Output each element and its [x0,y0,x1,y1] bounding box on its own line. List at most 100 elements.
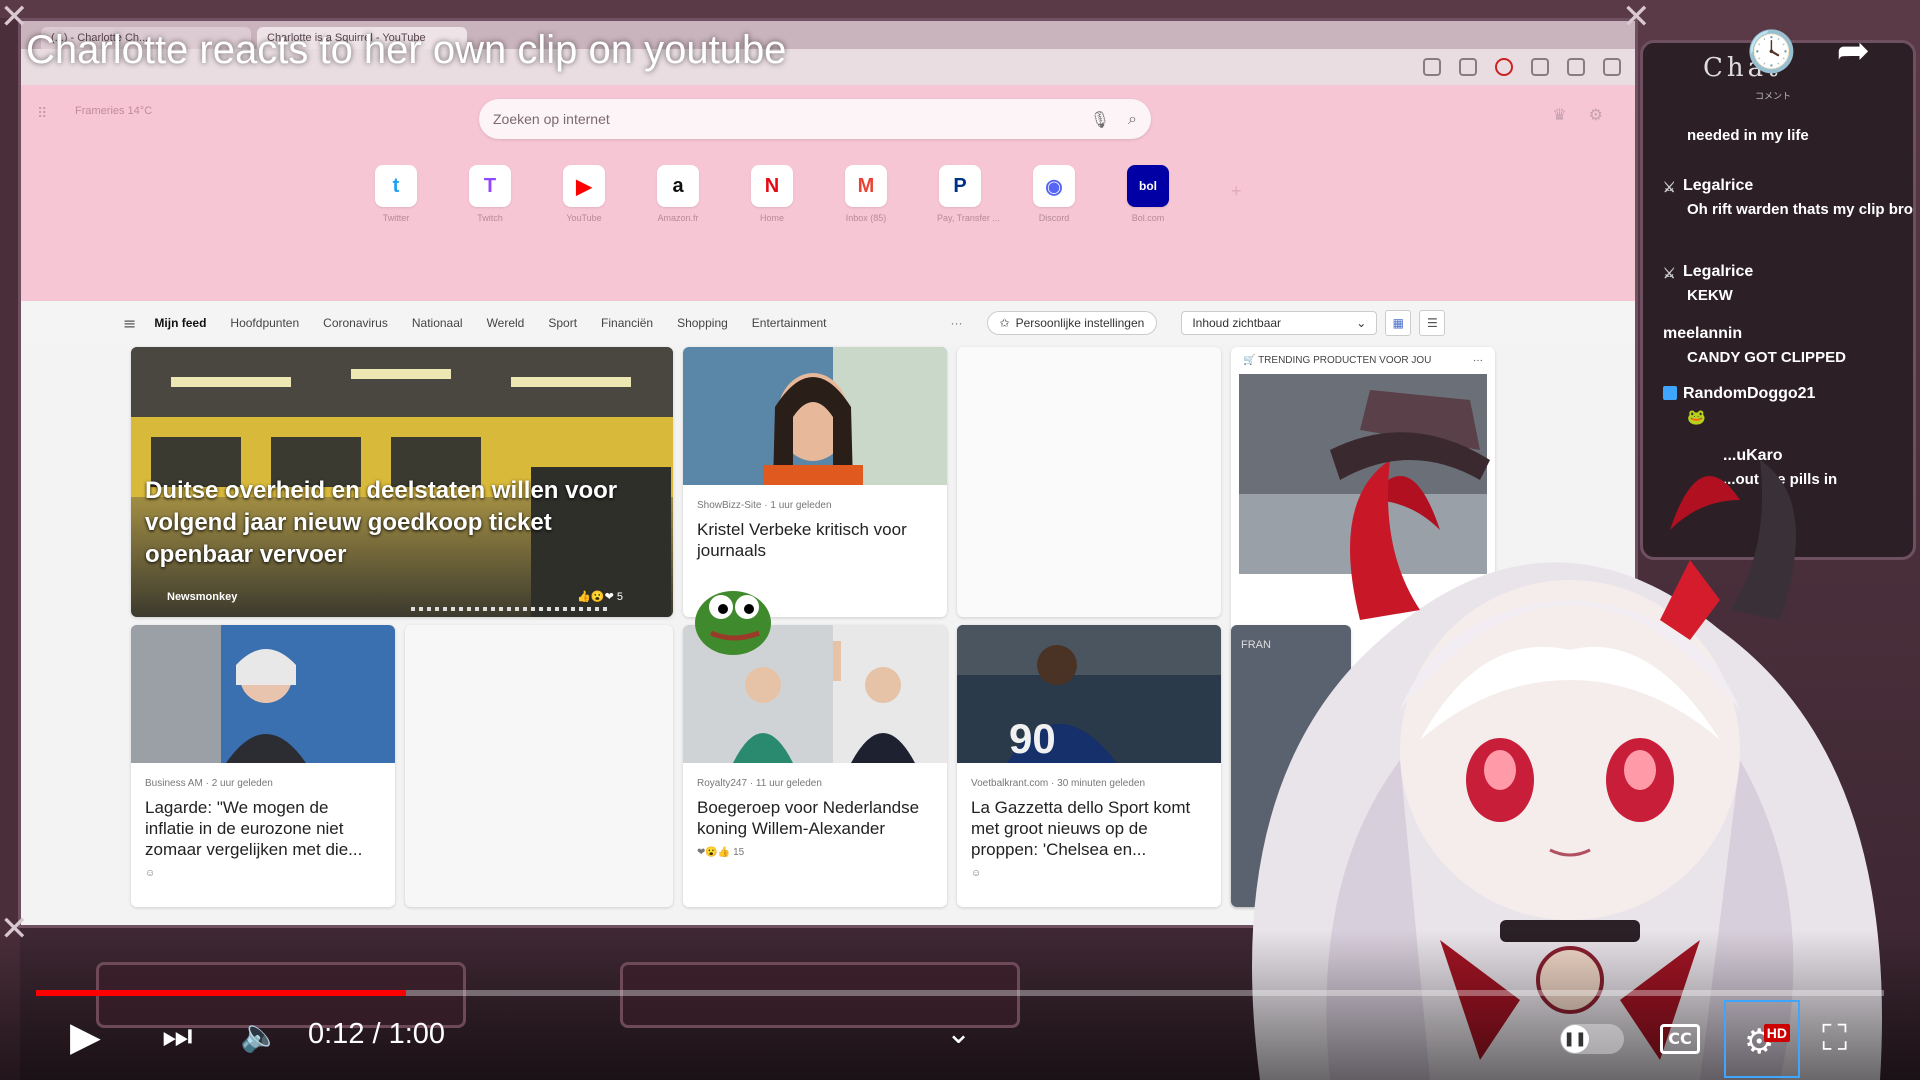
chevron-down-icon[interactable]: ⌄ [946,1016,971,1051]
pepe-sticker [695,591,771,655]
quicklink-4[interactable]: N Home [749,165,795,223]
quicklink-7[interactable]: ◉ Discord [1031,165,1077,223]
card-title[interactable]: Lagarde: "We mogen de inflatie in de eur… [131,793,395,864]
card-title[interactable]: Kristel Verbeke kritisch voor journaals [683,515,947,565]
svg-text:90: 90 [1009,715,1056,762]
next-button[interactable]: ⏭ [162,1016,193,1056]
chat-text: needed in my life [1687,127,1809,144]
card-meta: Business AM · 2 uur geleden [145,778,273,789]
favorite-icon[interactable] [1459,58,1477,76]
profile-icon[interactable] [1603,58,1621,76]
hero-title[interactable]: Duitse overheid en deelstaten willen voo… [145,475,645,571]
tab-nationaal[interactable]: Nationaal [412,316,463,330]
stream-scene: (...) - Charlotte Ch... Charlotte is a S… [0,0,1920,1080]
tab-coronavirus[interactable]: Coronavirus [323,316,388,330]
list-view-icon[interactable]: ☰ [1419,310,1446,336]
carousel-dots[interactable] [411,607,611,611]
menu-icon[interactable]: ≡ [123,314,136,333]
chevron-down-icon: ⌄ [1356,316,1367,330]
hero-reactions: 👍😮❤ 5 [577,591,623,603]
hero-news-card[interactable]: Duitse overheid en deelstaten willen voo… [131,347,673,617]
tab-sport[interactable]: Sport [548,316,577,330]
content-visibility-select[interactable]: Inhoud zichtbaar ⌄ [1181,311,1378,335]
tab-entertainment[interactable]: Entertainment [752,316,827,330]
quicklink-label: Amazon.fr [657,213,699,223]
add-quicklink-icon[interactable]: + [1231,181,1242,202]
new-tab-page: ⠿ Frameries 14°C Zoeken op internet 🎙 ⌕ … [21,85,1635,301]
news-card-lagarde[interactable]: Business AM · 2 uur geleden Lagarde: "We… [131,625,395,907]
grid-view-icon[interactable]: ▦ [1385,310,1412,336]
chat-message: ⚔ Legalrice Oh rift warden thats my clip … [1663,177,1913,220]
quicklink-icon: N [751,165,793,207]
watch-later-icon[interactable]: 🕓 [1747,28,1797,75]
quicklink-1[interactable]: T Twitch [467,165,513,223]
quicklink-3[interactable]: a Amazon.fr [655,165,701,223]
chat-message: meelannin CANDY GOT CLIPPED [1663,325,1913,368]
quick-links: t Twitter T Twitch ▶ YouTube a Amazon.fr N Home M I… [373,165,1171,223]
opera-icon[interactable] [1495,58,1513,76]
gear-icon[interactable]: ⚙ [1589,105,1603,124]
quicklink-6[interactable]: P Pay, Transfer ... [937,165,1000,223]
play-button[interactable]: ▶ [70,1014,101,1060]
card-reactions: ❤😮👍 15 [697,847,745,858]
quicklink-label: Inbox (85) [845,213,887,223]
share-icon[interactable]: ➦ [1836,28,1870,75]
card-meta: ShowBizz-Site · 1 uur geleden [697,500,832,511]
search-box[interactable]: Zoeken op internet 🎙 ⌕ [479,99,1151,139]
overlay-close-icon: ✕ [1622,0,1651,37]
captions-button[interactable]: CC [1660,1024,1700,1054]
progress-fill [36,990,406,996]
more-options-icon[interactable]: ··· [1473,355,1483,366]
volume-icon[interactable]: 🔈 [240,1016,280,1054]
overlay-frame-top [0,0,1640,18]
autoplay-toggle[interactable]: ❚❚ [1560,1024,1624,1054]
tab-shopping[interactable]: Shopping [677,316,728,330]
tab-wereld[interactable]: Wereld [487,316,525,330]
collections-icon[interactable] [1567,58,1585,76]
tab-hoofdpunten[interactable]: Hoofdpunten [230,316,299,330]
tab-mijn-feed[interactable]: Mijn feed [154,316,206,330]
hero-reaction-count: 5 [616,591,623,603]
search-icon[interactable]: ⌕ [1128,109,1137,129]
reaction-icon[interactable]: ☺ [131,864,395,883]
quicklink-0[interactable]: t Twitter [373,165,419,223]
rewards-icon[interactable]: ♛ [1552,105,1566,124]
personal-settings-button[interactable]: ✩ Persoonlijke instellingen [986,311,1158,335]
quicklink-8[interactable]: bol Bol.com [1125,165,1171,223]
quicklink-5[interactable]: M Inbox (85) [843,165,889,223]
apps-grid-icon[interactable]: ⠿ [37,105,53,121]
search-input[interactable]: Zoeken op internet [493,111,1072,127]
reaction-count: 15 [733,847,745,858]
time-display: 0:12 / 1:00 [308,1018,446,1050]
quicklink-label: YouTube [566,213,602,223]
chat-message: needed in my life [1663,121,1913,146]
hd-badge: HD [1763,1024,1790,1042]
exit-fullscreen-icon[interactable]: ⛶ [1822,1018,1847,1060]
kristel-photo [683,347,947,485]
progress-bar[interactable] [36,990,1884,996]
quicklink-icon: M [845,165,887,207]
chat-username: meelannin [1663,325,1743,342]
card-title[interactable]: Boegeroep voor Nederlandse koning Willem… [683,793,947,843]
video-title[interactable]: Charlotte reacts to her own clip on yout… [26,28,786,73]
mod-badge-icon: ⚔ [1663,179,1676,195]
mod-badge-icon: ⚔ [1663,265,1676,281]
read-aloud-icon[interactable] [1423,58,1441,76]
tab-financien[interactable]: Financiën [601,316,653,330]
quicklink-icon: t [375,165,417,207]
chat-text: Oh rift warden thats my clip bro [1687,201,1913,218]
quicklink-label: Discord [1038,213,1070,223]
settings-button[interactable]: ⚙ HD [1724,1000,1800,1078]
quicklink-2[interactable]: ▶ YouTube [561,165,607,223]
feed-navigation: ≡ Mijn feed Hoofdpunten Coronavirus Nati… [21,303,1635,343]
refresh-icon[interactable] [1531,58,1549,76]
more-tabs-button[interactable]: ··· [951,316,963,330]
chat-username: Legalrice [1683,177,1754,194]
pause-icon: ❚❚ [1561,1025,1589,1053]
weather-widget[interactable]: Frameries 14°C [75,105,152,117]
news-card-koning[interactable]: Royalty247 · 11 uur geleden Boegeroep vo… [683,625,947,907]
trending-label: 🛒 TRENDING PRODUCTEN VOOR JOU [1243,355,1431,366]
quicklink-label: Pay, Transfer ... [937,213,1000,223]
microphone-icon[interactable]: 🎙 [1090,110,1110,129]
card-meta: Royalty247 · 11 uur geleden [697,778,822,789]
